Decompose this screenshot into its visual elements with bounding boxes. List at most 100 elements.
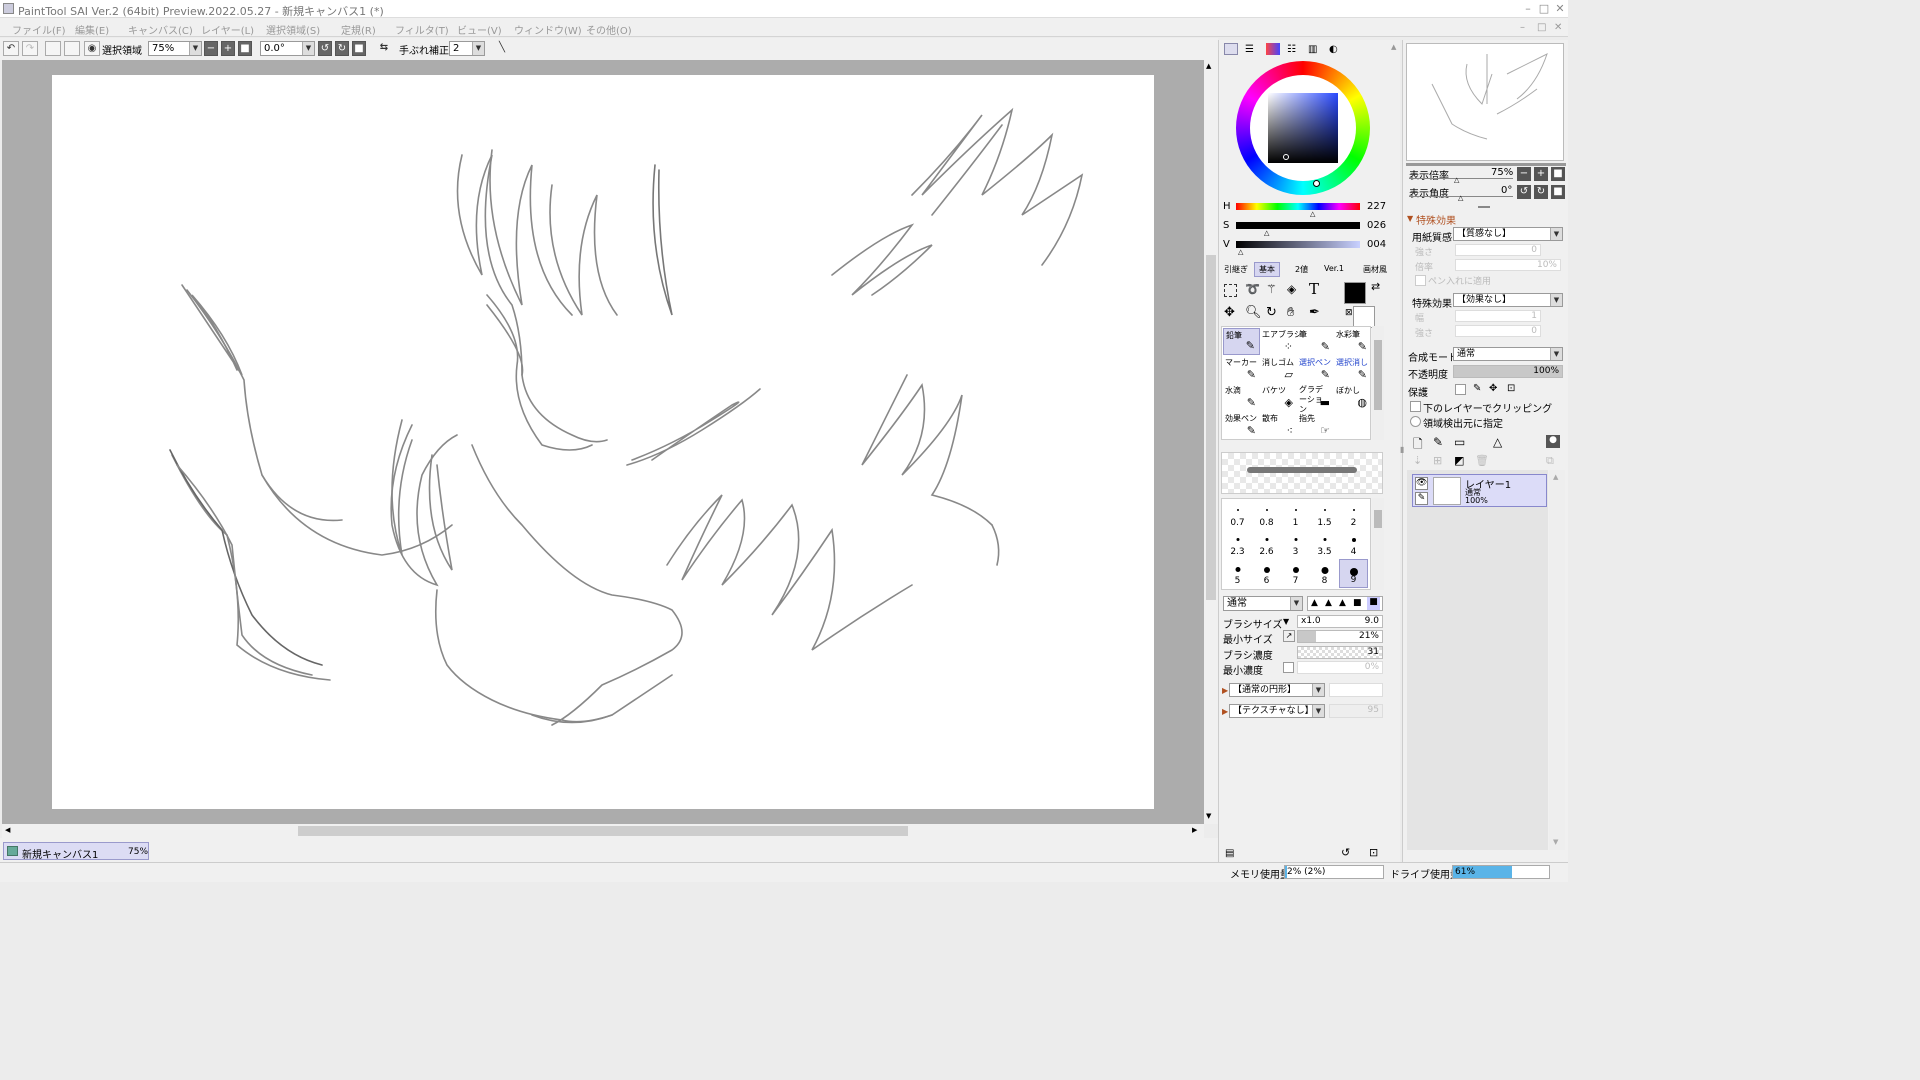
- swatches-mode-icon[interactable]: ☷: [1287, 44, 1296, 55]
- transfer-down-icon[interactable]: ⇣: [1413, 454, 1422, 467]
- zoom-select[interactable]: 75% ▼: [148, 41, 202, 56]
- panel-resize-handle[interactable]: ▮: [1400, 445, 1404, 454]
- tool-finger[interactable]: 指先 ☞: [1297, 412, 1334, 439]
- brush-size-preset[interactable]: 2.6: [1252, 530, 1281, 559]
- view-zoom-reset-button[interactable]: ■: [1551, 167, 1565, 181]
- view-zoom-in-button[interactable]: +: [1534, 167, 1548, 181]
- paper-strength-slider[interactable]: 0: [1455, 244, 1541, 256]
- foreground-color-swatch[interactable]: [1344, 282, 1366, 304]
- merge-down-icon[interactable]: ⊞: [1433, 454, 1442, 467]
- color-wheel-mode-icon[interactable]: [1224, 43, 1238, 55]
- menu-selection[interactable]: 選択領域(S): [266, 22, 320, 37]
- undo-button[interactable]: ↶: [3, 41, 19, 56]
- brush-size-preset[interactable]: 0.7: [1223, 501, 1252, 530]
- brush-texture-strength[interactable]: 95: [1329, 704, 1383, 718]
- toolset-tab-basic[interactable]: 基本: [1254, 262, 1280, 277]
- menu-filter[interactable]: フィルタ(T): [395, 22, 449, 37]
- value-slider-thumb[interactable]: △: [1238, 248, 1243, 256]
- maximize-button[interactable]: □: [1536, 2, 1552, 16]
- toolset-tab-ver1[interactable]: Ver.1: [1324, 264, 1344, 273]
- lasso-icon[interactable]: ➰: [1245, 282, 1260, 296]
- brush-size-preset[interactable]: 2.3: [1223, 530, 1252, 559]
- brush-size-preset[interactable]: 9: [1339, 559, 1368, 588]
- brush-size-preset[interactable]: 7: [1281, 559, 1310, 588]
- tool-scatter[interactable]: 散布 ⁖: [1260, 412, 1297, 439]
- brush-size-preset[interactable]: 2: [1339, 501, 1368, 530]
- view-zoom-slider[interactable]: [1409, 178, 1513, 179]
- protect-transparency-checkbox[interactable]: [1455, 384, 1466, 395]
- tool-list-scroll-thumb[interactable]: [1374, 340, 1382, 410]
- horizontal-scroll-thumb[interactable]: [298, 826, 908, 836]
- tool-airbrush[interactable]: エアブラシ ⁘: [1260, 328, 1302, 355]
- tool-list-scrollbar[interactable]: [1372, 326, 1384, 440]
- stabilizer-select[interactable]: 2 ▼: [449, 41, 485, 56]
- transparent-color-icon[interactable]: ⊠: [1345, 308, 1353, 318]
- scroll-right-icon[interactable]: ▶: [1192, 826, 1197, 834]
- tool-select-pen[interactable]: 選択ペン ✎: [1297, 356, 1334, 383]
- doc-close-button[interactable]: ✕: [1554, 22, 1562, 33]
- reset-tool-icon[interactable]: ↺: [1341, 846, 1350, 859]
- move-icon[interactable]: ✥: [1224, 305, 1235, 320]
- scroll-up-icon[interactable]: ▲: [1553, 473, 1558, 481]
- brush-texture-select[interactable]: 【テクスチャなし】 ▼: [1229, 704, 1325, 718]
- tool-pencil[interactable]: 鉛筆 ✎: [1223, 328, 1260, 355]
- angle-select[interactable]: 0.0° ▼: [260, 41, 315, 56]
- brush-size-preset[interactable]: 3: [1281, 530, 1310, 559]
- vertical-scrollbar[interactable]: ▲ ▼: [1204, 60, 1218, 824]
- special-effect-select[interactable]: 【効果なし】 ▼: [1453, 293, 1563, 307]
- text-tool-icon[interactable]: T: [1309, 280, 1319, 298]
- navigator-preview[interactable]: [1406, 43, 1564, 161]
- menu-edit[interactable]: 編集(E): [75, 22, 109, 37]
- scroll-left-icon[interactable]: ◀: [5, 826, 10, 834]
- expand-texture-icon[interactable]: ▶: [1222, 707, 1228, 716]
- toolset-tab-paint[interactable]: 画材風: [1363, 264, 1387, 275]
- hand-icon[interactable]: ✋︎: [1287, 305, 1294, 320]
- min-density-checkbox[interactable]: [1283, 662, 1294, 673]
- new-layer-icon[interactable]: 🗋︎: [1413, 435, 1423, 456]
- rgb-slider-mode-icon[interactable]: ☰: [1245, 44, 1254, 55]
- swap-colors-icon[interactable]: ⇄: [1371, 280, 1380, 293]
- effect-width-slider[interactable]: 1: [1455, 310, 1541, 322]
- min-size-pressure-icon[interactable]: ↗: [1283, 630, 1295, 642]
- toolset-tab-inherit[interactable]: 引継ぎ: [1224, 264, 1248, 275]
- doc-maximize-button[interactable]: □: [1537, 22, 1546, 33]
- protect-move-icon[interactable]: ✥: [1489, 383, 1497, 394]
- view-zoom-out-button[interactable]: −: [1517, 167, 1531, 181]
- collapse-effects-icon[interactable]: ▼: [1407, 214, 1413, 223]
- flip-icon[interactable]: ⇆: [376, 41, 392, 56]
- rotate-tool-icon[interactable]: ↻: [1266, 305, 1277, 320]
- menu-file[interactable]: ファイル(F): [12, 22, 66, 37]
- palette-mode-icon[interactable]: ▥: [1308, 44, 1317, 55]
- brush-size-scrollbar[interactable]: [1372, 498, 1384, 590]
- tool-watercolor[interactable]: 水彩筆 ✎: [1334, 328, 1371, 355]
- view-rotate-reset-button[interactable]: ■: [1551, 185, 1565, 199]
- brush-size-preset[interactable]: 1.5: [1310, 501, 1339, 530]
- view-angle-thumb[interactable]: △: [1458, 194, 1463, 202]
- brush-blend-select[interactable]: 通常 ▼: [1223, 596, 1303, 611]
- magic-wand-icon[interactable]: ⚚: [1266, 282, 1277, 296]
- toolset-tab-binary[interactable]: 2値: [1295, 264, 1308, 275]
- brush-size-preset[interactable]: 6: [1252, 559, 1281, 588]
- zoom-reset-button[interactable]: ■: [238, 41, 252, 56]
- scratchpad-mode-icon[interactable]: ◐: [1329, 44, 1338, 55]
- horizontal-scrollbar[interactable]: ◀ ▶: [2, 824, 1204, 838]
- view-zoom-thumb[interactable]: △: [1454, 176, 1459, 184]
- menu-other[interactable]: その他(O): [586, 22, 632, 37]
- rotate-right-button[interactable]: ↻: [335, 41, 349, 56]
- color-mixer-mode-icon[interactable]: [1266, 43, 1280, 55]
- eyedropper-icon[interactable]: ✒: [1309, 305, 1320, 320]
- close-button[interactable]: ✕: [1552, 2, 1568, 16]
- lock-icon[interactable]: ⊡: [1507, 383, 1515, 394]
- canvas-paper[interactable]: [52, 75, 1154, 809]
- scroll-down-icon[interactable]: ▼: [1206, 812, 1211, 820]
- brush-size-preset[interactable]: 0.8: [1252, 501, 1281, 530]
- saturation-slider[interactable]: [1236, 222, 1360, 229]
- clipping-checkbox[interactable]: [1410, 401, 1421, 412]
- menu-layer[interactable]: レイヤー(L): [201, 22, 254, 37]
- panel-layout-icon[interactable]: ▤: [1225, 848, 1234, 859]
- sv-cursor[interactable]: [1283, 154, 1289, 160]
- menu-canvas[interactable]: キャンバス(C): [128, 22, 193, 37]
- menu-window[interactable]: ウィンドウ(W): [514, 22, 582, 37]
- rotate-left-button[interactable]: ↺: [318, 41, 332, 56]
- new-vector-layer-icon[interactable]: ✎: [1433, 435, 1443, 449]
